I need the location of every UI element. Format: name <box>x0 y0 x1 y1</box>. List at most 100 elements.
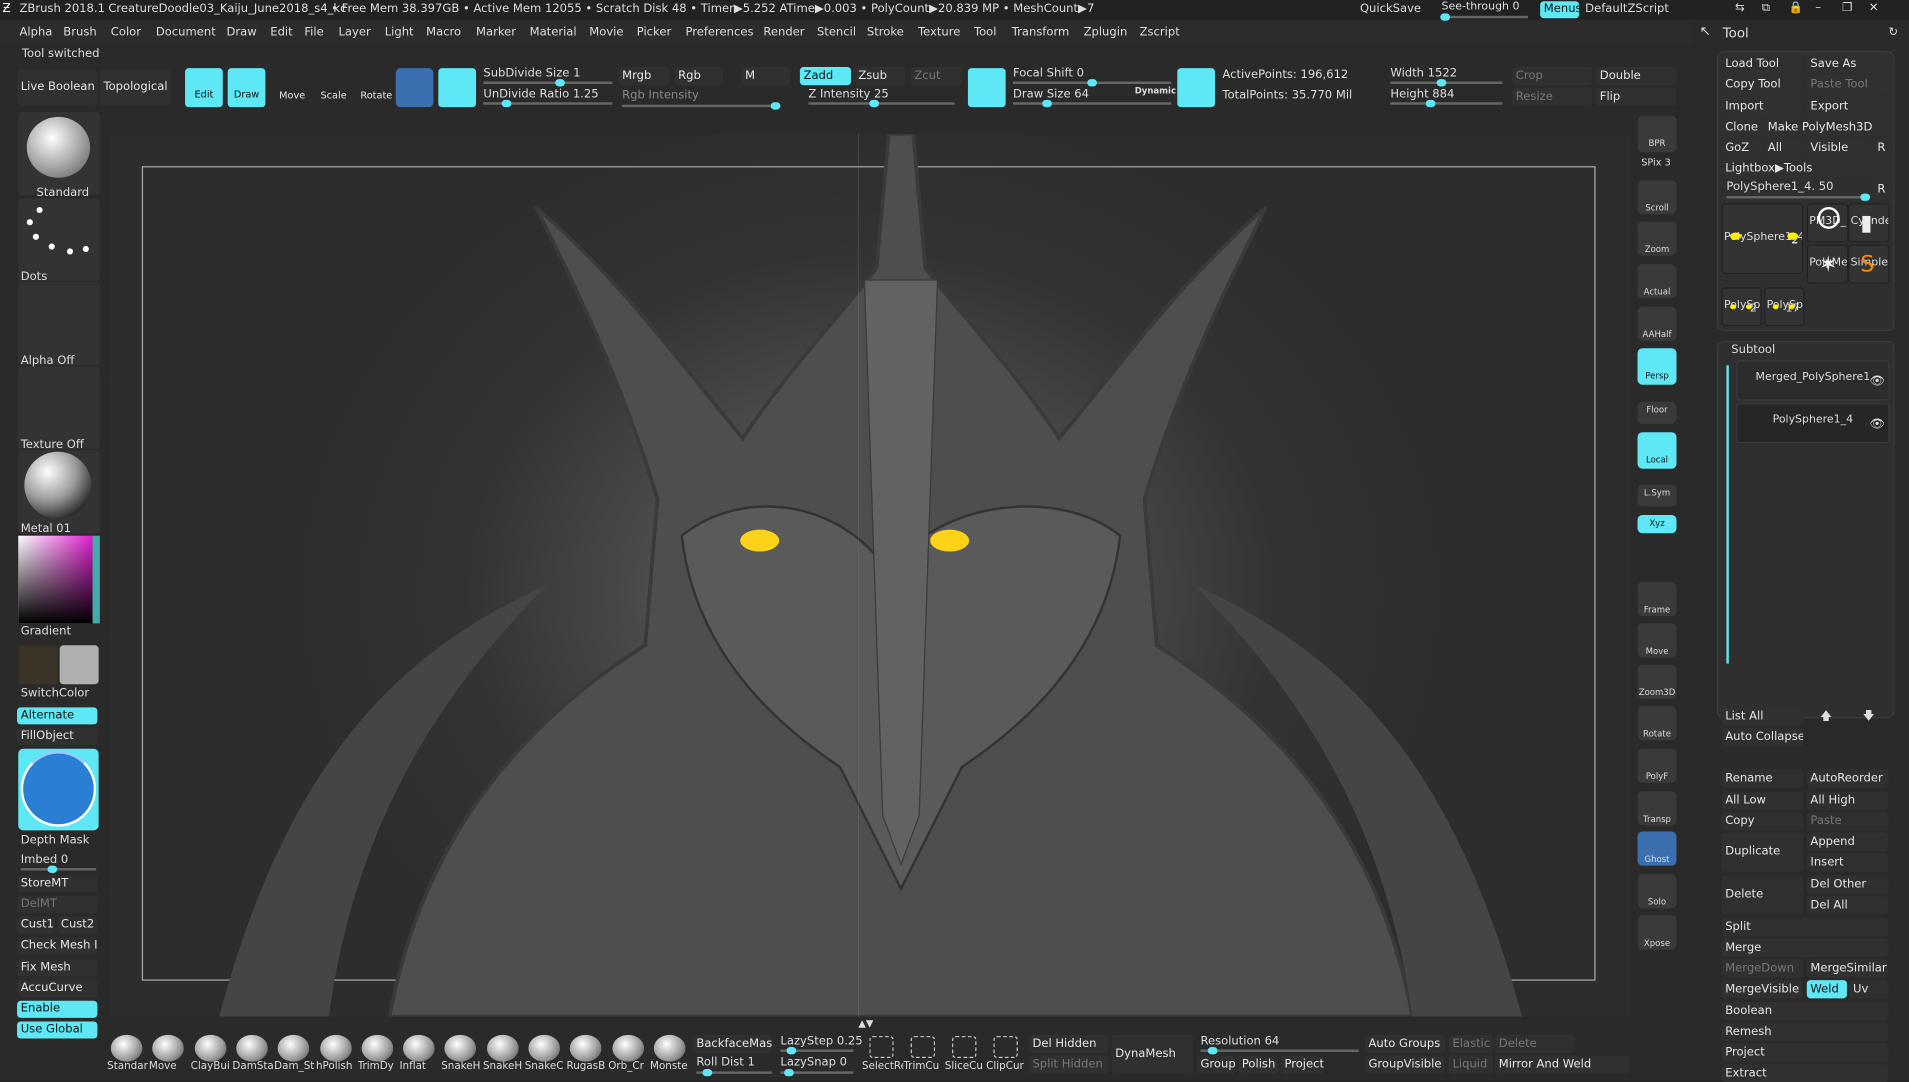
subdivide-slider[interactable] <box>483 79 613 87</box>
brush-icon[interactable] <box>236 1034 268 1062</box>
layout-icon[interactable]: ⇆ <box>1735 1 1745 14</box>
project-button[interactable]: Project <box>1280 1055 1324 1074</box>
merge-visible-button[interactable]: MergeVisible <box>1721 980 1804 999</box>
paste-button[interactable]: Paste <box>1806 812 1889 831</box>
palette-refresh-icon[interactable]: ↻ <box>1888 26 1898 39</box>
duplicate-button[interactable]: Duplicate <box>1721 832 1804 872</box>
del-all-button[interactable]: Del All <box>1806 896 1889 915</box>
menu-9[interactable]: Macro <box>426 26 461 39</box>
tool-thumbnail[interactable]: SimpleES <box>1848 244 1890 284</box>
r-button[interactable]: R <box>1873 138 1890 158</box>
brush-icon[interactable] <box>653 1034 686 1062</box>
menu-13[interactable]: Picker <box>637 26 671 39</box>
draw-size-slider-knob[interactable] <box>1042 99 1053 108</box>
z-intensity-slider[interactable] <box>808 99 955 108</box>
move-button[interactable]: Move <box>274 68 311 107</box>
brush-shortcut[interactable]: Standar <box>107 1060 148 1072</box>
see-through-slider-knob[interactable] <box>1440 13 1451 21</box>
undivide-slider[interactable] <box>483 99 613 108</box>
live-boolean-button[interactable]: Live Boolean <box>17 69 98 106</box>
lightbox-icon[interactable] <box>1177 68 1216 108</box>
brush-shortcut[interactable]: Move <box>149 1060 190 1072</box>
resolution-slider[interactable] <box>1200 1047 1359 1055</box>
brush-shortcut[interactable]: RugasB <box>566 1060 607 1072</box>
alternate-button[interactable]: Alternate <box>17 707 98 725</box>
ghost-button[interactable]: Ghost <box>1637 831 1677 866</box>
delete-button[interactable]: Delete <box>1721 875 1804 915</box>
lazy-step-slider-knob[interactable] <box>786 1047 797 1055</box>
aahalf-button[interactable]: AAHalf <box>1637 306 1677 341</box>
all-button[interactable]: All <box>1764 138 1805 158</box>
uv-button[interactable]: Uv <box>1849 980 1889 999</box>
brush-icon[interactable] <box>319 1034 352 1062</box>
menu-22[interactable]: Zscript <box>1140 26 1180 39</box>
delete-groups-button[interactable]: Delete <box>1495 1034 1576 1054</box>
tool-thumbnail[interactable]: PolyMe ✶ <box>1806 244 1849 284</box>
subdivide-slider-knob[interactable] <box>554 79 565 87</box>
enable-button[interactable]: Enable <box>17 1000 98 1018</box>
elastic-button[interactable]: Elastic <box>1448 1034 1493 1054</box>
edit-button[interactable]: Edit <box>185 68 223 108</box>
menu-15[interactable]: Render <box>763 26 804 39</box>
shelf-toggle-icon[interactable]: ▲▼ <box>858 1018 873 1029</box>
polyf-button[interactable]: PolyF <box>1637 748 1677 783</box>
brush-shortcut[interactable]: DamSta <box>232 1060 273 1072</box>
use-global-button[interactable]: Use Global <box>17 1021 98 1039</box>
color-picker[interactable] <box>18 535 100 624</box>
lazy-snap-slider-knob[interactable] <box>783 1068 794 1077</box>
menu-10[interactable]: Marker <box>476 26 516 39</box>
floor-button[interactable]: Floor <box>1637 401 1677 424</box>
minimize-icon[interactable]: – <box>1815 1 1821 14</box>
slice-curve-button[interactable]: SliceCu <box>945 1060 986 1072</box>
resize-button[interactable]: Resize <box>1512 87 1593 106</box>
rotate-button[interactable]: Rotate <box>357 68 394 107</box>
zcut-button[interactable]: Zcut <box>910 66 962 86</box>
project-button[interactable]: Project <box>1721 1043 1889 1062</box>
accucurve-button[interactable]: AccuCurve <box>17 980 98 998</box>
menu-0[interactable]: Alpha <box>19 26 52 39</box>
brush-shortcut[interactable]: Orb_Cr <box>608 1060 649 1072</box>
export-button[interactable]: Export <box>1806 97 1889 116</box>
visible-button[interactable]: Visible <box>1806 138 1872 158</box>
zoom-button[interactable]: Zoom <box>1637 221 1677 256</box>
menu-5[interactable]: Edit <box>270 26 292 39</box>
menu-17[interactable]: Stroke <box>867 26 904 39</box>
split-hidden-button[interactable]: Split Hidden <box>1028 1055 1108 1074</box>
menu-8[interactable]: Light <box>385 26 414 39</box>
persp-button[interactable]: Persp <box>1637 348 1677 385</box>
imbed-slider-knob[interactable] <box>46 865 57 873</box>
extract-button[interactable]: Extract <box>1721 1064 1889 1082</box>
brush-shortcut[interactable]: SnakeC <box>525 1060 566 1072</box>
check-mesh-button[interactable]: Check Mesh In <box>17 937 98 955</box>
lightbox-tools-button[interactable]: Lightbox▶Tools <box>1721 159 1889 178</box>
brush-icon[interactable] <box>110 1034 143 1062</box>
undivide-slider-knob[interactable] <box>501 99 511 108</box>
m-button[interactable]: M <box>741 66 791 86</box>
texture-selector[interactable] <box>18 366 100 450</box>
height-slider[interactable] <box>1390 99 1503 108</box>
split-button[interactable]: Split <box>1721 917 1889 937</box>
paste-tool-button[interactable]: Paste Tool <box>1806 75 1889 94</box>
width-slider[interactable] <box>1390 79 1503 87</box>
restore-icon[interactable]: ❐ <box>1842 1 1852 14</box>
mirror-weld-button[interactable]: Mirror And Weld <box>1495 1055 1630 1074</box>
del-hidden-button[interactable]: Del Hidden <box>1028 1034 1108 1054</box>
subtool-item[interactable]: Merged_PolySphere1 👁 <box>1736 360 1890 401</box>
rgb-button[interactable]: Rgb <box>674 66 724 86</box>
save-as-button[interactable]: Save As <box>1806 54 1889 74</box>
focal-shift-icon[interactable] <box>967 68 1006 108</box>
append-button[interactable]: Append <box>1806 832 1889 852</box>
rgb-intensity-slider-knob[interactable] <box>770 102 781 110</box>
solo-button[interactable]: Solo <box>1637 874 1677 909</box>
insert-button[interactable]: Insert <box>1806 853 1889 872</box>
transp-button[interactable]: Transp <box>1637 791 1677 826</box>
auto-groups-button[interactable]: Auto Groups <box>1364 1034 1446 1054</box>
lsym-button[interactable]: L.Sym <box>1637 484 1677 507</box>
brush-icon[interactable] <box>361 1034 394 1062</box>
merge-button[interactable]: Merge <box>1721 938 1889 957</box>
width-slider-knob[interactable] <box>1436 79 1447 87</box>
cust1-button[interactable]: Cust1 <box>17 916 55 934</box>
zoom3d-button[interactable]: Zoom3D <box>1637 664 1677 699</box>
tool-thumbnail[interactable]: PolySphere1_4 2 <box>1721 203 1804 274</box>
topological-button[interactable]: Topological <box>99 69 171 106</box>
